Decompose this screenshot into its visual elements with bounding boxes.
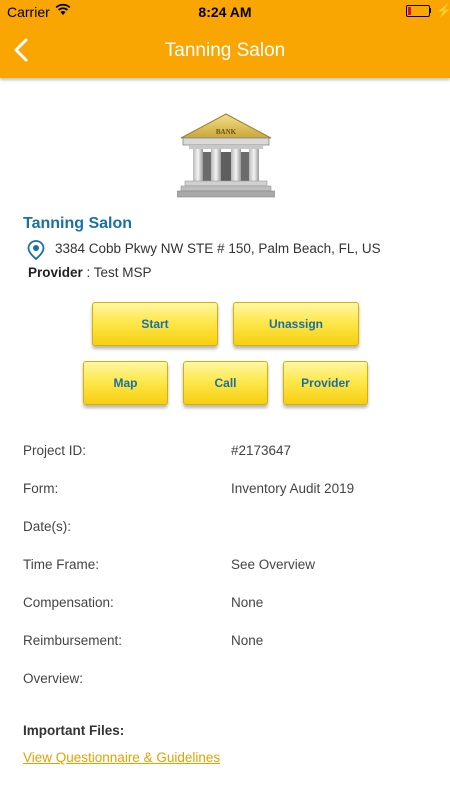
nav-bar: Carrier 8:24 AM ⚡ Tanning Salon [0, 0, 450, 78]
battery-tip [429, 8, 431, 13]
dates-label: Date(s): [23, 519, 72, 534]
form-value: Inventory Audit 2019 [231, 481, 355, 496]
compensation-label: Compensation: [23, 595, 114, 610]
provider-value: : Test MSP [82, 265, 152, 280]
location-name: Tanning Salon [23, 215, 133, 232]
provider-label: Provider [28, 265, 83, 280]
charging-icon: ⚡ [436, 3, 450, 18]
form-label: Form: [23, 481, 59, 496]
status-bar: Carrier 8:24 AM ⚡ [0, 0, 450, 24]
page-title: Tanning Salon [164, 40, 286, 61]
svg-text:BANK: BANK [216, 128, 237, 136]
start-button[interactable]: Start [92, 302, 218, 346]
questionnaire-guidelines-link[interactable]: View Questionnaire & Guidelines [23, 750, 220, 765]
address-text: 3384 Cobb Pkwy NW STE # 150, Palm Beach,… [55, 241, 381, 256]
overview-label: Overview: [23, 671, 84, 686]
location-pin-icon [27, 240, 45, 260]
reimbursement-value: None [231, 633, 264, 648]
reimbursement-label: Reimbursement: [23, 633, 123, 648]
provider-row: Provider : Test MSP [28, 265, 152, 280]
project-id-label: Project ID: [23, 443, 87, 458]
important-files-label: Important Files: [23, 723, 125, 738]
map-button[interactable]: Map [83, 361, 168, 405]
time-frame-label: Time Frame: [23, 557, 100, 572]
compensation-value: None [231, 595, 264, 610]
provider-button[interactable]: Provider [283, 361, 368, 405]
bank-building-icon: BANK [177, 113, 275, 198]
clock: 8:24 AM [198, 4, 252, 20]
unassign-button[interactable]: Unassign [233, 302, 359, 346]
time-frame-value: See Overview [231, 557, 316, 572]
project-id-value: #2173647 [231, 443, 292, 458]
call-button[interactable]: Call [183, 361, 268, 405]
battery-icon [406, 5, 430, 17]
